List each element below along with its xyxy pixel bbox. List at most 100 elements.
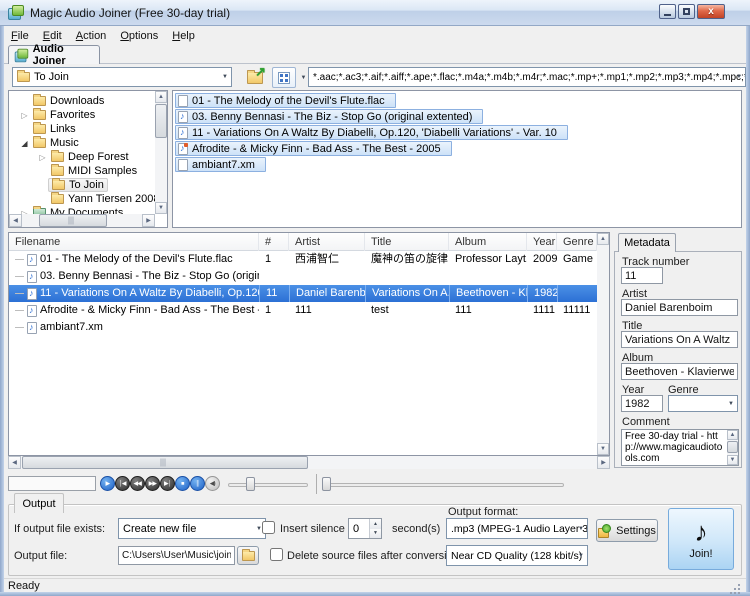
quality-combobox[interactable]: Near CD Quality (128 kbit/s) — [446, 545, 588, 566]
skip-start-button[interactable]: │◀ — [115, 476, 130, 491]
scroll-down-icon[interactable] — [155, 202, 167, 214]
spin-up-icon[interactable]: ▲ — [370, 519, 381, 529]
scroll-down-icon[interactable] — [597, 443, 609, 455]
menu-file[interactable]: File — [4, 28, 36, 45]
scroll-up-icon[interactable] — [727, 430, 738, 440]
delete-source-checkbox[interactable] — [270, 548, 283, 561]
browse-button[interactable] — [237, 546, 259, 565]
file-list-item[interactable]: 01 - The Melody of the Devil's Flute.fla… — [175, 93, 396, 108]
menu-action[interactable]: Action — [69, 28, 114, 45]
tree-item-to-join[interactable]: To Join — [37, 178, 108, 192]
title-field[interactable] — [621, 331, 738, 348]
file-list-item[interactable]: 03. Benny Bennasi - The Biz - Stop Go (o… — [175, 109, 483, 124]
comment-field[interactable]: Free 30-day trial - http://www.magicaudi… — [621, 429, 739, 466]
minimize-button[interactable] — [659, 4, 676, 19]
tree-item-music[interactable]: ◢ Music — [19, 136, 82, 150]
tab-output[interactable]: Output — [14, 493, 64, 513]
mute-button[interactable]: ◀) — [205, 476, 220, 491]
output-file-field[interactable] — [118, 546, 235, 565]
scrollbar-thumb[interactable] — [155, 104, 167, 138]
table-vertical-scrollbar[interactable] — [597, 233, 609, 455]
tree-item-midi-samples[interactable]: MIDI Samples — [37, 164, 140, 178]
chevron-down-icon[interactable] — [578, 526, 584, 532]
scroll-up-icon[interactable] — [597, 233, 609, 245]
scroll-left-icon[interactable] — [9, 214, 22, 227]
spin-down-icon[interactable]: ▼ — [370, 529, 381, 539]
scroll-up-icon[interactable] — [155, 91, 167, 103]
tab-audio-joiner[interactable]: Audio Joiner — [8, 45, 100, 64]
scrollbar-thumb[interactable] — [727, 441, 738, 453]
scroll-right-icon[interactable] — [597, 456, 610, 469]
silence-seconds-spinner[interactable]: ▲▼ — [348, 518, 382, 539]
column-header-year[interactable]: Year — [527, 233, 557, 251]
menu-options[interactable]: Options — [113, 28, 165, 45]
insert-silence-checkbox[interactable] — [262, 521, 275, 534]
join-button[interactable]: Join! — [668, 508, 734, 570]
seek-slider-thumb[interactable] — [322, 477, 331, 491]
table-horizontal-scrollbar[interactable] — [8, 456, 610, 469]
tree-item-links[interactable]: Links — [19, 122, 79, 136]
tree-item-deep-forest[interactable]: ▷ Deep Forest — [37, 150, 132, 164]
table-row[interactable]: Afrodite - & Micky Finn - Bad Ass - The … — [9, 302, 597, 319]
if-exists-combobox[interactable]: Create new file — [118, 518, 266, 539]
scrollbar-thumb[interactable] — [39, 214, 107, 227]
volume-slider-track[interactable] — [228, 483, 308, 487]
maximize-button[interactable] — [678, 4, 695, 19]
year-field[interactable] — [621, 395, 663, 412]
play-button[interactable]: ▶ — [100, 476, 115, 491]
tree-item-favorites[interactable]: ▷ Favorites — [19, 108, 98, 122]
up-folder-button[interactable]: ↗ — [242, 67, 268, 88]
file-list-item[interactable]: Afrodite - & Micky Finn - Bad Ass - The … — [175, 141, 452, 156]
expander-collapsed-icon[interactable]: ▷ — [19, 111, 30, 120]
chevron-down-icon[interactable] — [222, 74, 228, 80]
scroll-right-icon[interactable] — [142, 214, 155, 227]
track-number-field[interactable] — [621, 267, 663, 284]
stop-button[interactable]: ■ — [175, 476, 190, 491]
menu-help[interactable]: Help — [165, 28, 202, 45]
expander-expanded-icon[interactable]: ◢ — [19, 139, 30, 148]
skip-end-button[interactable]: ▶│ — [160, 476, 175, 491]
rewind-button[interactable]: ◀◀ — [130, 476, 145, 491]
settings-button[interactable]: Settings — [596, 519, 658, 542]
tree-vertical-scrollbar[interactable] — [155, 91, 167, 214]
close-button[interactable]: x — [697, 4, 725, 19]
filter-combobox[interactable]: *.aac;*.ac3;*.aif;*.aiff;*.ape;*.flac;*.… — [308, 67, 746, 87]
tree-horizontal-scrollbar[interactable] — [9, 214, 155, 227]
folder-combobox[interactable]: To Join — [12, 67, 232, 87]
silence-seconds-value[interactable] — [349, 519, 369, 538]
chevron-down-icon[interactable] — [728, 401, 734, 407]
artist-field[interactable] — [621, 299, 738, 316]
genre-combobox[interactable] — [668, 395, 738, 412]
comment-scrollbar[interactable] — [727, 430, 738, 465]
output-format-combobox[interactable]: .mp3 (MPEG-1 Audio Layer 3) — [446, 518, 588, 539]
column-header-artist[interactable]: Artist — [289, 233, 365, 251]
chevron-down-icon[interactable] — [578, 553, 584, 559]
fast-forward-button[interactable]: ▶▶ — [145, 476, 160, 491]
pause-button[interactable]: ║ — [190, 476, 205, 491]
title-bar[interactable]: Magic Audio Joiner (Free 30-day trial) x — [0, 0, 750, 26]
seek-slider-track[interactable] — [322, 483, 564, 487]
menu-edit[interactable]: Edit — [36, 28, 69, 45]
tab-metadata[interactable]: Metadata — [618, 233, 676, 252]
expander-collapsed-icon[interactable]: ▷ — [37, 153, 48, 162]
scroll-left-icon[interactable] — [8, 456, 21, 469]
table-row-selected[interactable]: 11 - Variations On A Waltz By Diabelli, … — [9, 285, 597, 302]
album-field[interactable] — [621, 363, 738, 380]
tree-item-yann-tiersen[interactable]: Yann Tiersen 2008 — [37, 192, 163, 206]
volume-slider-thumb[interactable] — [246, 477, 255, 491]
tree-item-downloads[interactable]: Downloads — [19, 94, 107, 108]
column-header-album[interactable]: Album — [449, 233, 527, 251]
scroll-down-icon[interactable] — [727, 455, 738, 465]
column-header-number[interactable]: # — [259, 233, 289, 251]
views-button[interactable] — [272, 67, 296, 88]
file-list-item[interactable]: ambiant7.xm — [175, 157, 266, 172]
table-row[interactable]: 03. Benny Bennasi - The Biz - Stop Go (o… — [9, 268, 597, 285]
table-row[interactable]: ambiant7.xm — [9, 319, 597, 336]
column-header-filename[interactable]: Filename — [9, 233, 259, 251]
column-header-title[interactable]: Title — [365, 233, 449, 251]
chevron-down-icon[interactable] — [736, 74, 742, 80]
file-list-item[interactable]: 11 - Variations On A Waltz By Diabelli, … — [175, 125, 568, 140]
table-row[interactable]: 01 - The Melody of the Devil's Flute.fla… — [9, 251, 597, 268]
scrollbar-thumb[interactable] — [22, 456, 308, 469]
resize-grip[interactable] — [734, 580, 746, 592]
